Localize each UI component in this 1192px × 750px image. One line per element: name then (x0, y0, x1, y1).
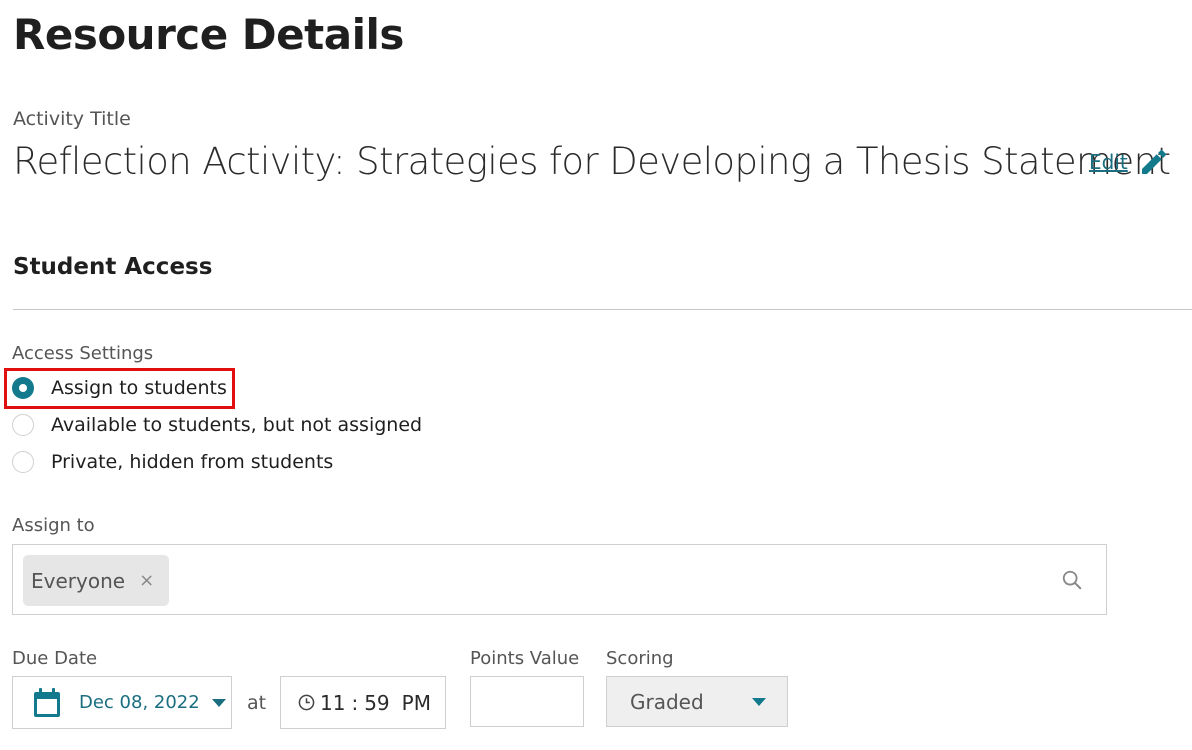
points-value-input[interactable] (471, 677, 583, 726)
radio-available-not-assigned[interactable]: Available to students, but not assigned (12, 414, 422, 436)
chip-remove-icon[interactable]: × (139, 570, 154, 591)
scoring-label: Scoring (606, 648, 674, 669)
assignee-chip: Everyone × (23, 555, 169, 606)
due-time-picker[interactable]: 11 : 59 PM (280, 676, 446, 729)
points-value-field[interactable] (470, 676, 584, 727)
time-hour[interactable]: 11 (320, 691, 345, 715)
activity-title: Reflection Activity: Strategies for Deve… (13, 140, 1171, 183)
clock-icon (298, 694, 315, 711)
scoring-value: Graded (630, 689, 704, 714)
highlight-annotation (4, 368, 235, 409)
due-date-picker[interactable]: Dec 08, 2022 (12, 676, 232, 729)
search-icon[interactable] (1061, 569, 1083, 591)
radio-label: Private, hidden from students (51, 451, 334, 473)
access-settings-label: Access Settings (12, 343, 154, 364)
time-separator: : (351, 690, 359, 715)
page-title: Resource Details (13, 10, 404, 59)
pencil-icon[interactable] (1138, 146, 1170, 178)
due-date-value: Dec 08, 2022 (79, 692, 200, 713)
scoring-select[interactable]: Graded (606, 676, 788, 727)
radio-label: Available to students, but not assigned (51, 414, 423, 436)
chevron-down-icon (752, 698, 766, 706)
edit-link[interactable]: Edit (1089, 150, 1128, 174)
time-ampm[interactable]: PM (402, 691, 431, 715)
student-access-heading: Student Access (13, 254, 213, 280)
radio-button[interactable] (12, 414, 34, 436)
time-minute[interactable]: 59 (364, 691, 389, 715)
at-label: at (247, 692, 267, 714)
section-divider (13, 309, 1192, 310)
chevron-down-icon (211, 698, 226, 707)
activity-title-label: Activity Title (13, 108, 131, 130)
due-date-label: Due Date (12, 648, 98, 669)
points-value-label: Points Value (470, 648, 580, 669)
radio-button[interactable] (12, 451, 34, 473)
calendar-icon (34, 687, 60, 717)
chip-label: Everyone (31, 568, 126, 593)
assign-to-label: Assign to (12, 515, 95, 536)
assign-to-input[interactable] (12, 544, 1107, 615)
radio-private-hidden[interactable]: Private, hidden from students (12, 451, 333, 473)
